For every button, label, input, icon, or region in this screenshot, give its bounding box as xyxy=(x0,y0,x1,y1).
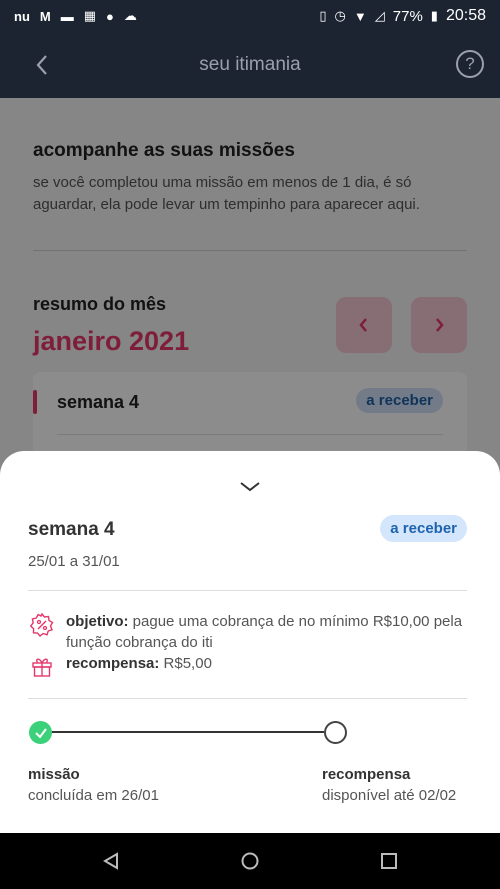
battery-percent: 77% xyxy=(392,7,423,25)
cloud-icon: ☁ xyxy=(123,8,137,23)
back-button[interactable] xyxy=(28,50,58,80)
app-header: seu itimania ? xyxy=(0,32,500,98)
vibrate-icon: ▯ xyxy=(319,8,327,23)
reward-value: R$5,00 xyxy=(159,655,212,672)
step-reward-title: recompensa xyxy=(322,766,411,783)
objective-text: objetivo: pague uma cobrança de no mínim… xyxy=(66,611,466,653)
close-sheet-button[interactable] xyxy=(238,479,262,495)
progress-line xyxy=(52,731,324,733)
objective-label: objetivo: xyxy=(66,613,129,630)
soccer-ball-icon: ● xyxy=(106,8,114,24)
sheet-title: semana 4 xyxy=(28,519,115,540)
nav-home-button[interactable] xyxy=(240,851,260,871)
chevron-down-icon xyxy=(240,482,260,492)
step-mission-subtitle: concluída em 26/01 xyxy=(28,787,159,804)
system-nav-bar xyxy=(0,833,500,889)
step-mission-title: missão xyxy=(28,766,80,783)
back-arrow-icon xyxy=(36,55,47,75)
step-reward-subtitle: disponível até 02/02 xyxy=(322,787,457,804)
page-title: seu itimania xyxy=(199,54,301,75)
divider xyxy=(28,590,467,591)
check-icon xyxy=(34,727,47,739)
wifi-icon: ▼ xyxy=(353,8,367,24)
battery-icon: ▮ xyxy=(430,8,438,23)
nav-recents-button[interactable] xyxy=(379,851,399,871)
ifood-notification-icon: ▬ xyxy=(60,8,74,24)
nav-home-icon xyxy=(241,852,259,870)
clock: 20:58 xyxy=(445,7,486,24)
reward-label: recompensa: xyxy=(66,655,160,672)
calendar-notification-icon: ▦ xyxy=(83,8,97,23)
help-icon: ? xyxy=(465,54,475,73)
nubank-notification-icon: nu xyxy=(14,8,30,24)
gmail-notification-icon: M xyxy=(39,8,51,24)
alarm-icon: ◷ xyxy=(334,8,346,23)
reward-step-pending xyxy=(324,721,347,744)
badge-percent-icon xyxy=(29,612,54,637)
date-range: 25/01 a 31/01 xyxy=(28,553,120,570)
nav-recents-icon xyxy=(381,853,397,869)
reward-text: recompensa: R$5,00 xyxy=(66,655,212,672)
nav-back-button[interactable] xyxy=(101,851,121,871)
nav-back-icon xyxy=(103,852,118,870)
mission-step-complete xyxy=(29,721,52,744)
divider xyxy=(28,698,467,699)
help-button[interactable]: ? xyxy=(456,50,484,78)
gift-icon xyxy=(30,654,54,678)
status-badge: a receber xyxy=(380,515,467,542)
signal-icon: ◿ xyxy=(374,8,385,23)
status-bar: nu M ▬ ▦ ● ☁ ▯ ◷ ▼ ◿ 77% ▮ 20:58 xyxy=(0,0,500,32)
mission-detail-sheet: semana 4 a receber 25/01 a 31/01 objetiv… xyxy=(0,451,500,833)
